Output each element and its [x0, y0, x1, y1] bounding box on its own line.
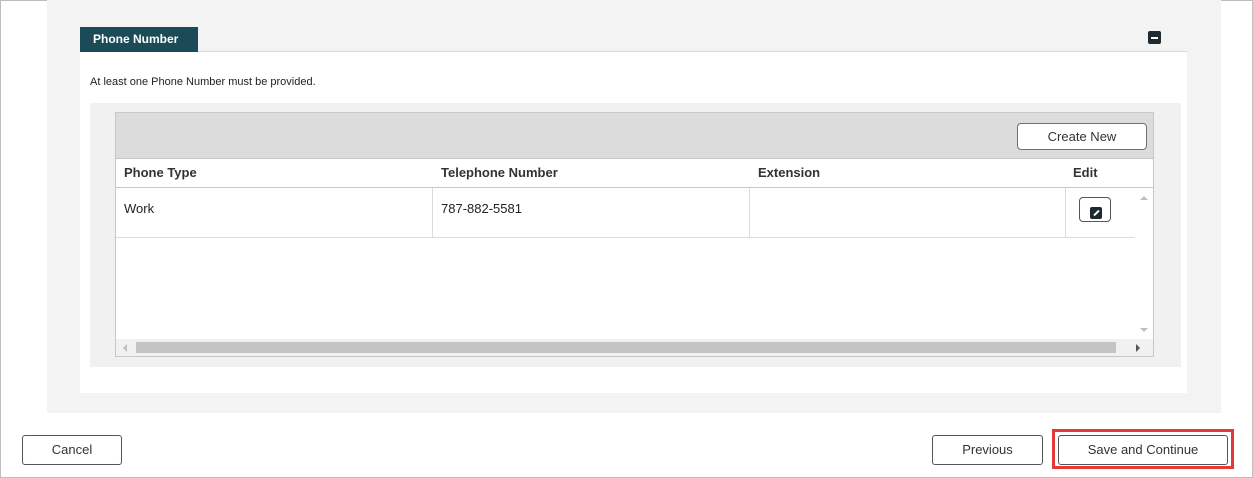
table-row[interactable]: Work 787-882-5581 — [116, 188, 1136, 238]
grid-header-row: Phone Type Telephone Number Extension Ed… — [116, 159, 1153, 188]
scroll-left-icon[interactable] — [123, 344, 127, 352]
vertical-scrollbar[interactable] — [1135, 188, 1153, 340]
edit-row-button[interactable] — [1079, 197, 1111, 222]
cancel-button[interactable]: Cancel — [22, 435, 122, 465]
cell-phone-type: Work — [116, 188, 433, 237]
edit-icon — [1090, 207, 1102, 219]
scroll-right-icon[interactable] — [1136, 344, 1140, 352]
column-header-telephone-number[interactable]: Telephone Number — [441, 165, 558, 180]
phone-requirement-notice: At least one Phone Number must be provid… — [90, 76, 316, 88]
column-header-extension[interactable]: Extension — [758, 165, 820, 180]
scroll-up-icon[interactable] — [1140, 196, 1148, 200]
phone-grid: Create New Phone Type Telephone Number E… — [115, 112, 1154, 357]
column-header-edit: Edit — [1073, 165, 1098, 180]
collapse-icon[interactable] — [1148, 31, 1161, 44]
tab-phone-number[interactable]: Phone Number — [80, 27, 198, 52]
create-new-button[interactable]: Create New — [1017, 123, 1147, 150]
scroll-thumb[interactable] — [136, 342, 1116, 353]
grid-toolbar: Create New — [116, 113, 1153, 159]
horizontal-scrollbar[interactable] — [116, 339, 1153, 356]
cell-extension — [750, 188, 1066, 237]
scroll-down-icon[interactable] — [1140, 328, 1148, 332]
save-and-continue-button[interactable]: Save and Continue — [1058, 435, 1228, 465]
previous-button[interactable]: Previous — [932, 435, 1043, 465]
tab-divider — [80, 51, 1187, 52]
column-header-phone-type[interactable]: Phone Type — [124, 165, 197, 180]
cell-telephone-number: 787-882-5581 — [433, 188, 750, 237]
